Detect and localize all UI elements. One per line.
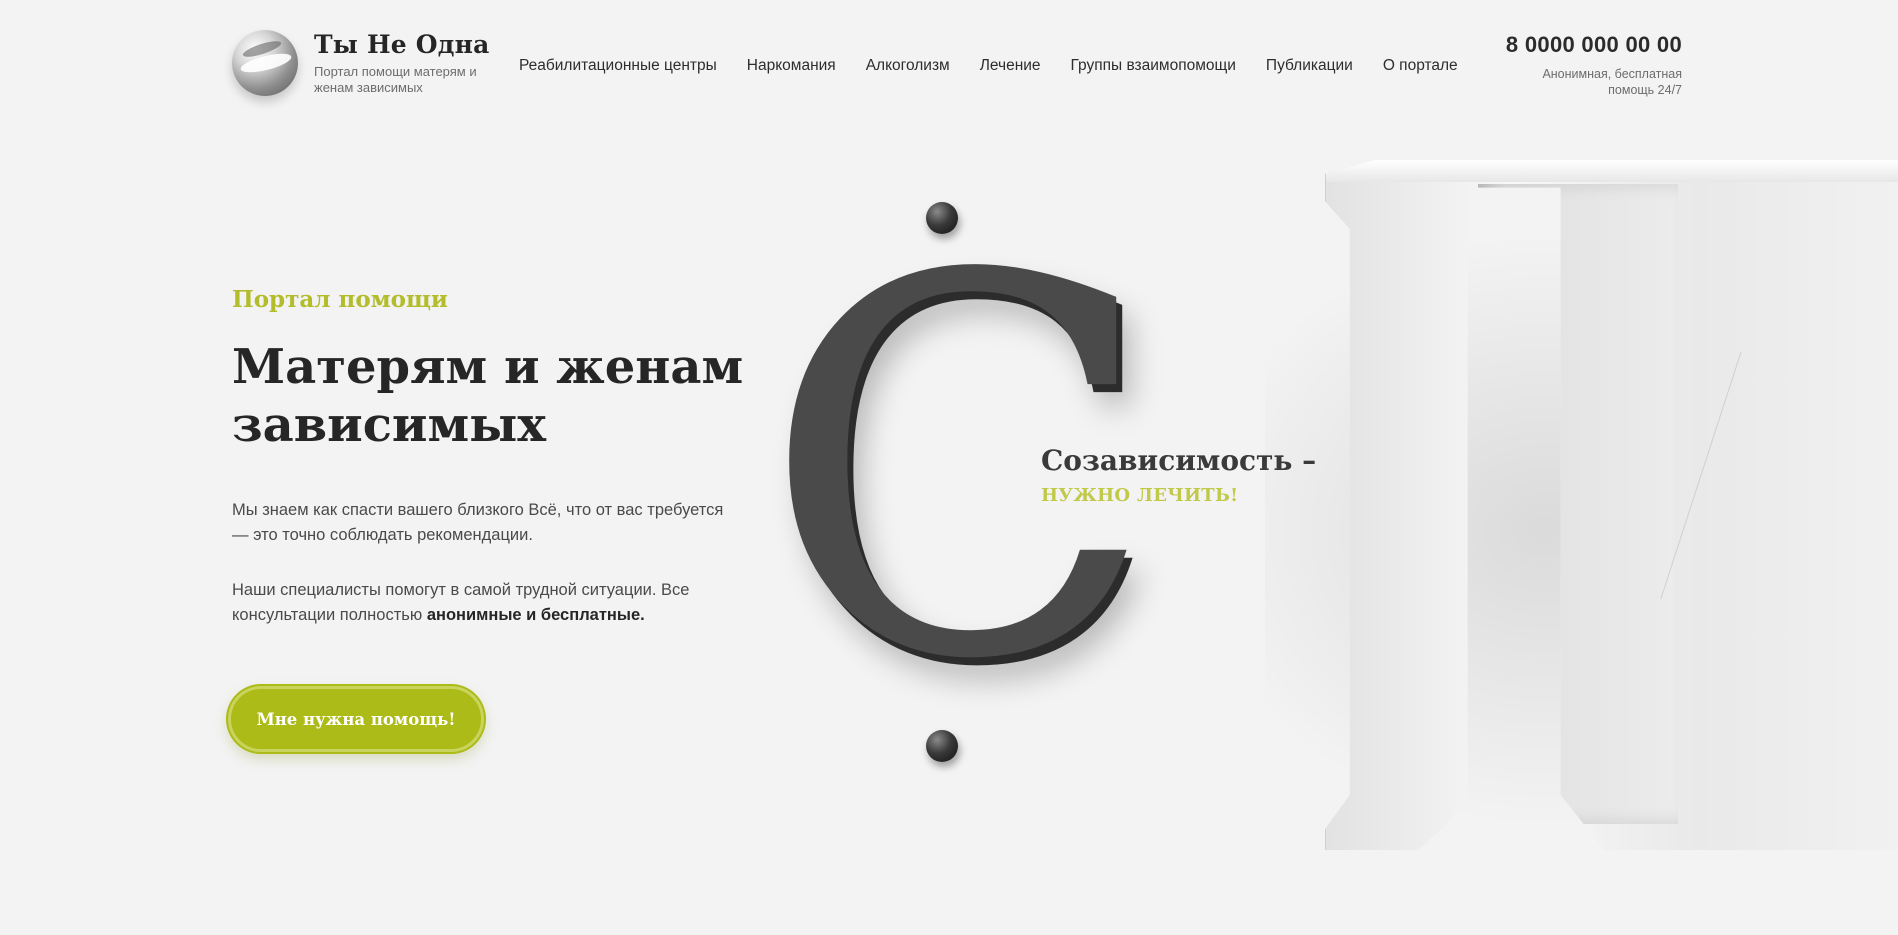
tagline-main: Созависимость – [1041, 444, 1317, 477]
hero-paragraph-1: Мы знаем как спасти вашего близкого Всё,… [232, 501, 724, 544]
nav-item-treatment[interactable]: Лечение [980, 57, 1041, 75]
nav-item-publications[interactable]: Публикации [1266, 57, 1353, 75]
logo[interactable]: Ты Не Одна Портал помощи матерям и женам… [232, 30, 490, 96]
logo-title[interactable]: Ты Не Одна [314, 30, 490, 60]
logo-subtitle: Портал помощи матерям и женам зависимых [314, 64, 477, 95]
ball-ornament-bottom [926, 730, 958, 762]
hero-headline: Матерям и женам зависимых [232, 339, 744, 453]
nav-item-about[interactable]: О портале [1383, 57, 1458, 75]
logo-text: Ты Не Одна Портал помощи матерям и женам… [314, 30, 490, 96]
letter-p-shape [1325, 160, 1898, 850]
letter-p-graphic [1265, 160, 1898, 880]
hero-paragraph-2: Наши специалисты помогут в самой трудной… [232, 578, 732, 628]
tagline-accent: НУЖНО ЛЕЧИТЬ! [1041, 485, 1239, 506]
help-cta-button[interactable]: Мне нужна помощь! [228, 686, 484, 752]
nav-item-support-groups[interactable]: Группы взаимопомощи [1071, 57, 1236, 75]
phone-number[interactable]: 8 0000 000 00 00 [1506, 32, 1682, 58]
logo-sphere-icon [232, 30, 298, 96]
nav-item-alcoholism[interactable]: Алкоголизм [866, 57, 950, 75]
nav-item-rehab-centers[interactable]: Реабилитационные центры [519, 57, 717, 75]
letter-p-crack-texture [1660, 351, 1875, 643]
landing-page: Ты Не Одна Портал помощи матерям и женам… [0, 0, 1898, 935]
main-nav: Реабилитационные центры Наркомания Алког… [519, 57, 1458, 75]
nav-item-drug-addiction[interactable]: Наркомания [747, 57, 836, 75]
hero-paragraph-2-bold: анонимные и бесплатные. [426, 606, 645, 624]
contact-block: 8 0000 000 00 00 Анонимная, бесплатная п… [1506, 32, 1682, 98]
tagline: Созависимость – НУЖНО ЛЕЧИТЬ! [1041, 444, 1316, 506]
letter-p-top-edge [1326, 160, 1898, 182]
phone-note: Анонимная, бесплатная помощь 24/7 [1542, 67, 1682, 97]
hero-eyebrow: Портал помощи [232, 286, 448, 313]
